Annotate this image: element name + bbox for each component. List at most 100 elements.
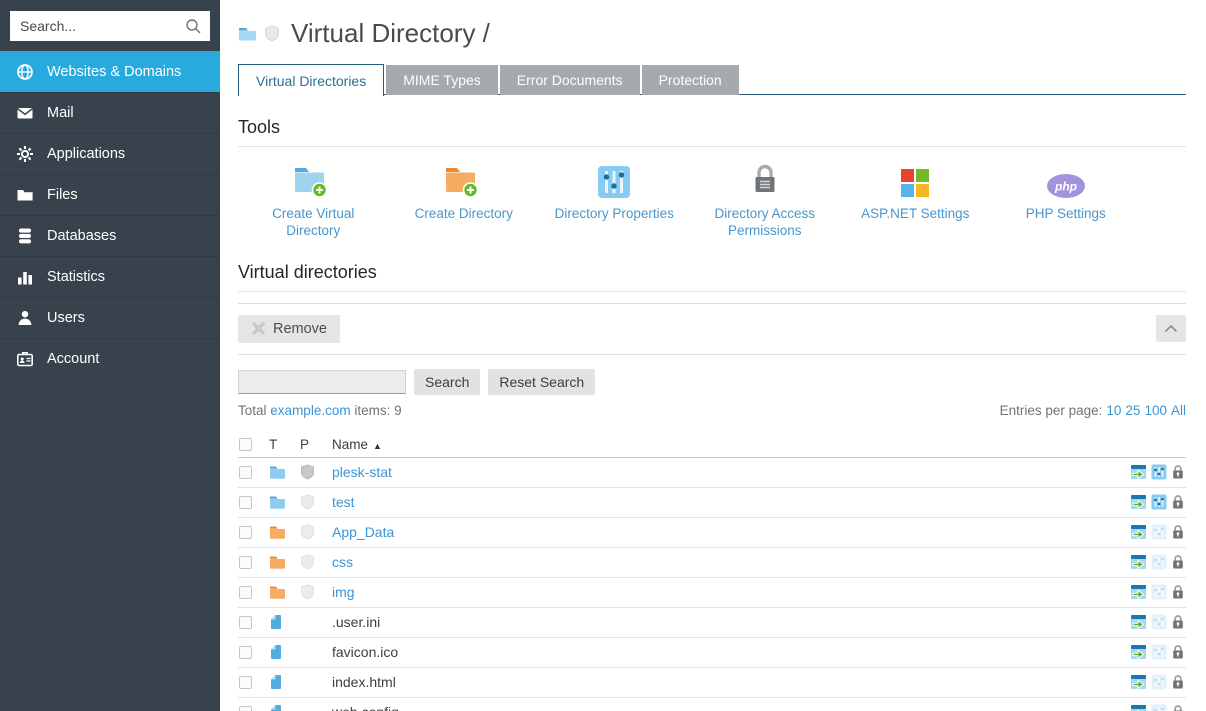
list-search-button[interactable]: Search	[414, 369, 480, 395]
permissions-lock-icon[interactable]	[1171, 704, 1185, 711]
row-checkbox[interactable]	[239, 586, 252, 599]
tool-directory-access-permissions[interactable]: Directory Access Permissions	[690, 161, 841, 240]
row-name: .user.ini	[332, 614, 380, 630]
row-name: index.html	[332, 674, 396, 690]
list-search-input[interactable]	[238, 370, 406, 394]
search-icon[interactable]	[185, 18, 202, 35]
select-all-checkbox[interactable]	[239, 438, 252, 451]
properties-icon[interactable]	[1151, 494, 1167, 510]
row-name-link[interactable]: test	[332, 494, 355, 510]
table-row: web.config	[238, 698, 1186, 711]
open-icon[interactable]	[1130, 614, 1147, 630]
sidebar-item-account[interactable]: Account	[0, 338, 220, 379]
column-protection[interactable]: P	[300, 437, 332, 452]
properties-icon[interactable]	[1151, 464, 1167, 480]
sidebar-item-users[interactable]: Users	[0, 297, 220, 338]
permissions-lock-icon[interactable]	[1171, 464, 1185, 480]
tool-asp-net-settings[interactable]: ASP.NET Settings	[840, 161, 991, 240]
sidebar-item-statistics[interactable]: Statistics	[0, 256, 220, 297]
permissions-lock-icon[interactable]	[1171, 494, 1185, 510]
total-suffix: items: 9	[354, 403, 401, 418]
entries-option-25[interactable]: 25	[1125, 403, 1140, 418]
tool-directory-properties[interactable]: Directory Properties	[539, 161, 690, 240]
entries-option-all[interactable]: All	[1171, 403, 1186, 418]
table-row: .user.ini	[238, 608, 1186, 638]
properties-icon	[1151, 644, 1167, 660]
table-row: css	[238, 548, 1186, 578]
file-icon	[269, 674, 283, 690]
row-checkbox[interactable]	[239, 496, 252, 509]
folder-icon	[16, 186, 34, 204]
open-icon[interactable]	[1130, 584, 1147, 600]
open-icon[interactable]	[1130, 554, 1147, 570]
sidebar-item-label: Users	[47, 310, 85, 326]
open-icon[interactable]	[1130, 494, 1147, 510]
permissions-lock-icon[interactable]	[1171, 644, 1185, 660]
open-icon[interactable]	[1130, 524, 1147, 540]
domain-link[interactable]: example.com	[270, 403, 350, 418]
reset-search-button[interactable]: Reset Search	[488, 369, 595, 395]
tab-mime-types[interactable]: MIME Types	[386, 65, 498, 95]
row-name-link[interactable]: css	[332, 554, 353, 570]
tools-row: Create Virtual DirectoryCreate Directory…	[238, 161, 1186, 240]
globe-icon	[16, 63, 34, 81]
tool-create-directory[interactable]: Create Directory	[389, 161, 540, 240]
open-icon[interactable]	[1130, 644, 1147, 660]
tool-php-settings[interactable]: phpPHP Settings	[991, 161, 1142, 240]
properties-icon	[1151, 524, 1167, 540]
properties-icon	[1151, 584, 1167, 600]
row-name: favicon.ico	[332, 644, 398, 660]
column-name[interactable]: Name▲	[332, 437, 1114, 452]
open-icon[interactable]	[1130, 674, 1147, 690]
entries-label: Entries per page:	[1000, 403, 1103, 418]
tab-virtual-directories[interactable]: Virtual Directories	[238, 64, 384, 96]
permissions-lock-icon[interactable]	[1171, 524, 1185, 540]
folder-plus-orange-icon	[443, 161, 485, 199]
table-row: favicon.ico	[238, 638, 1186, 668]
permissions-lock-icon[interactable]	[1171, 554, 1185, 570]
lock-icon	[750, 161, 780, 199]
open-icon[interactable]	[1130, 464, 1147, 480]
sidebar-item-label: Applications	[47, 146, 125, 162]
row-checkbox[interactable]	[239, 556, 252, 569]
row-checkbox[interactable]	[239, 466, 252, 479]
table-row: test	[238, 488, 1186, 518]
breadcrumb: Virtual Directory /	[238, 18, 1186, 49]
file-icon	[269, 644, 283, 660]
tab-protection[interactable]: Protection	[642, 65, 739, 95]
sidebar-item-applications[interactable]: Applications	[0, 133, 220, 174]
sidebar-item-label: Websites & Domains	[47, 64, 181, 80]
collapse-toolbar-button[interactable]	[1156, 315, 1186, 342]
tab-error-documents[interactable]: Error Documents	[500, 65, 640, 95]
remove-button[interactable]: Remove	[238, 315, 340, 343]
row-name-link[interactable]: img	[332, 584, 355, 600]
table-header: T P Name▲	[238, 432, 1186, 458]
row-checkbox[interactable]	[239, 526, 252, 539]
entries-option-10[interactable]: 10	[1106, 403, 1121, 418]
row-checkbox[interactable]	[239, 646, 252, 659]
row-checkbox[interactable]	[239, 616, 252, 629]
remove-button-label: Remove	[273, 321, 327, 337]
table-row: plesk-stat	[238, 458, 1186, 488]
properties-icon	[1151, 554, 1167, 570]
tools-heading: Tools	[238, 117, 1186, 147]
entries-option-100[interactable]: 100	[1144, 403, 1167, 418]
total-items: Total example.com items: 9	[238, 403, 402, 418]
row-checkbox[interactable]	[239, 706, 252, 711]
permissions-lock-icon[interactable]	[1171, 614, 1185, 630]
search-input[interactable]	[20, 18, 185, 34]
column-type[interactable]: T	[269, 437, 300, 452]
row-checkbox[interactable]	[239, 676, 252, 689]
tool-create-virtual-directory[interactable]: Create Virtual Directory	[238, 161, 389, 240]
open-icon[interactable]	[1130, 704, 1147, 711]
permissions-lock-icon[interactable]	[1171, 674, 1185, 690]
sidebar-item-files[interactable]: Files	[0, 174, 220, 215]
sidebar-item-databases[interactable]: Databases	[0, 215, 220, 256]
row-name-link[interactable]: App_Data	[332, 524, 394, 540]
row-name-link[interactable]: plesk-stat	[332, 464, 392, 480]
sidebar-item-websites-domains[interactable]: Websites & Domains	[0, 51, 220, 92]
permissions-lock-icon[interactable]	[1171, 584, 1185, 600]
sidebar-item-mail[interactable]: Mail	[0, 92, 220, 133]
tool-label: Directory Properties	[555, 206, 674, 223]
file-icon	[269, 704, 283, 711]
